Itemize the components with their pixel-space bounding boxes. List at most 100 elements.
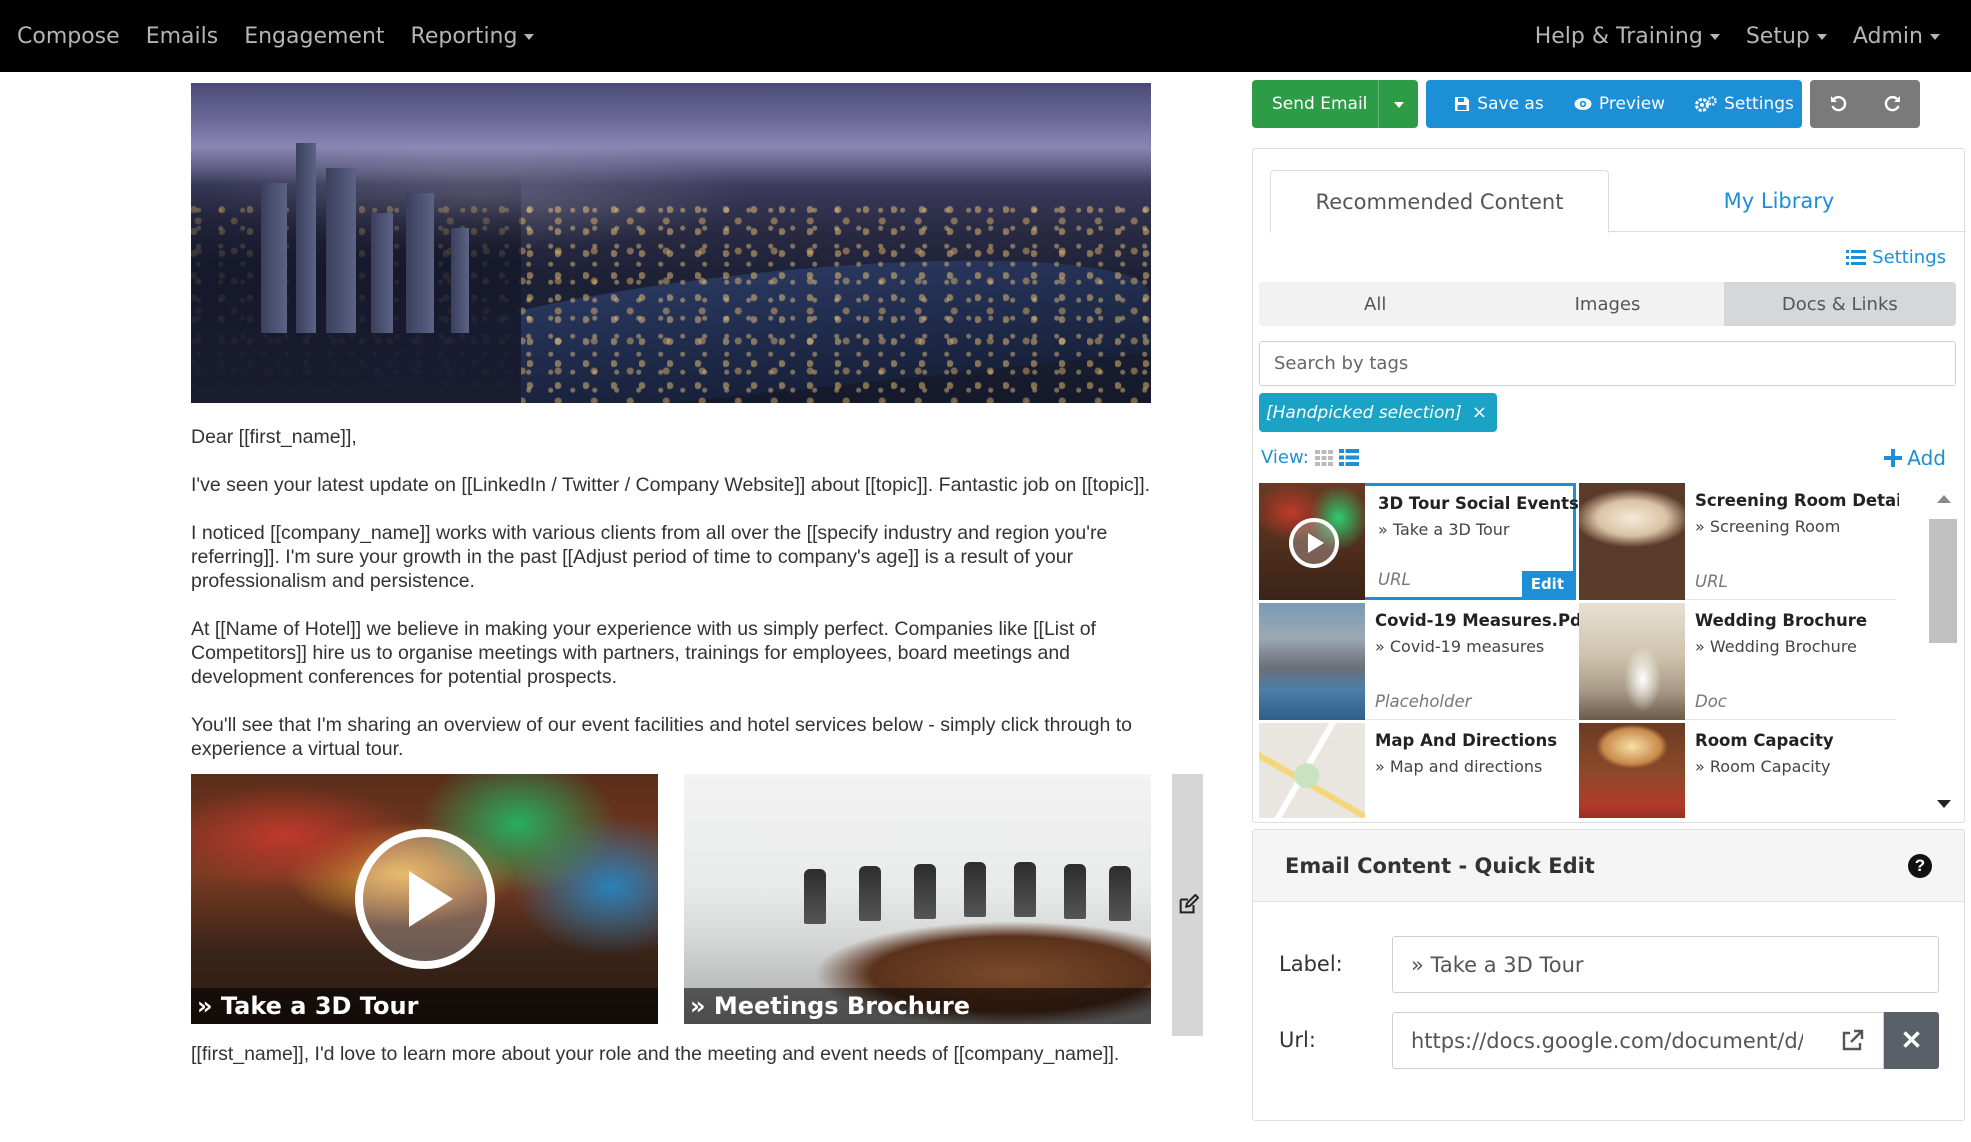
cta-meetings-brochure[interactable]: » Meetings Brochure: [684, 774, 1151, 1024]
item-title: Covid-19 Measures.Pdf: [1375, 611, 1590, 630]
filter-docs-links[interactable]: Docs & Links: [1723, 282, 1956, 326]
email-paragraph: I've seen your latest update on [[Linked…: [191, 474, 1151, 496]
redo-icon: [1884, 95, 1900, 112]
tab-recommended-content[interactable]: Recommended Content: [1270, 170, 1609, 233]
preview-label: Preview: [1598, 94, 1666, 114]
chevron-down-icon: [1393, 102, 1404, 108]
nav-setup-label: Setup: [1745, 23, 1810, 49]
content-item-screening-room[interactable]: Screening Room Details » Screening Room …: [1579, 483, 1899, 600]
content-scrollbar[interactable]: [1927, 483, 1959, 818]
url-input[interactable]: [1392, 1012, 1822, 1069]
send-dropdown-button[interactable]: [1378, 80, 1418, 128]
nav-emails[interactable]: Emails: [133, 0, 232, 72]
nav-reporting[interactable]: Reporting: [398, 0, 548, 72]
email-paragraph: You'll see that I'm sharing an overview …: [191, 714, 1133, 760]
item-subtitle: » Screening Room: [1695, 517, 1841, 536]
content-item-3d-tour[interactable]: 3D Tour Social Events » Take a 3D Tour U…: [1259, 483, 1579, 600]
scroll-thumb[interactable]: [1929, 519, 1957, 643]
nav-compose[interactable]: Compose: [4, 0, 133, 72]
tag-search-input[interactable]: [1259, 341, 1956, 386]
hero-tower: [326, 168, 356, 333]
close-icon[interactable]: ×: [1472, 402, 1487, 423]
email-paragraph: I noticed [[company_name]] works with va…: [191, 522, 1108, 592]
scroll-up-icon[interactable]: [1937, 495, 1951, 503]
nav-right: Help & Training Setup Admin: [1522, 0, 1971, 72]
hero-skyline-shade: [191, 173, 521, 403]
cta-3d-tour[interactable]: » Take a 3D Tour: [191, 774, 658, 1024]
edit-icon: [1179, 894, 1199, 914]
quick-edit-panel: Email Content - Quick Edit ? Label: Url:…: [1252, 829, 1965, 1121]
filter-tabs: All Images Docs & Links: [1259, 282, 1956, 326]
settings-label: Settings: [1724, 94, 1794, 114]
chair-shape: [1064, 864, 1086, 919]
scroll-down-icon[interactable]: [1937, 800, 1951, 808]
cta-caption: » Meetings Brochure: [684, 988, 1151, 1024]
label-input[interactable]: [1392, 936, 1939, 993]
add-content-link[interactable]: Add: [1884, 446, 1946, 470]
thumb-room-capacity: [1579, 723, 1685, 818]
hero-tower: [406, 193, 434, 333]
send-email-button[interactable]: Send Email: [1252, 94, 1378, 114]
top-navbar: Compose Emails Engagement Reporting Help…: [0, 0, 1971, 72]
hero-tower: [296, 143, 316, 333]
edit-block-strip[interactable]: [1172, 774, 1203, 1036]
edit-actions-group: Save as Preview Settings: [1426, 80, 1802, 128]
item-type: Placeholder: [1375, 692, 1472, 711]
nav-admin[interactable]: Admin: [1840, 0, 1953, 72]
view-label: View:: [1261, 447, 1309, 468]
item-title: Wedding Brochure: [1695, 611, 1868, 630]
email-closing-paragraph: [[first_name]], I'd love to learn more a…: [191, 1043, 1120, 1065]
content-item-wedding-brochure[interactable]: Wedding Brochure » Wedding Brochure Doc: [1579, 603, 1896, 720]
open-url-button[interactable]: [1821, 1012, 1884, 1069]
nav-reporting-label: Reporting: [410, 23, 518, 49]
filter-all[interactable]: All: [1259, 282, 1491, 326]
nav-engagement[interactable]: Engagement: [231, 0, 397, 72]
save-as-button[interactable]: Save as: [1426, 94, 1552, 114]
chair-shape: [804, 869, 826, 924]
nav-setup[interactable]: Setup: [1733, 0, 1840, 72]
chair-shape: [1109, 866, 1131, 921]
list-view-icon[interactable]: [1338, 449, 1359, 466]
library-settings-link[interactable]: Settings: [1846, 247, 1946, 268]
edit-item-button[interactable]: Edit: [1521, 571, 1573, 597]
item-subtitle: » Room Capacity: [1695, 757, 1831, 776]
thumb-covid-measures: [1259, 603, 1365, 720]
add-label: Add: [1907, 446, 1946, 470]
undo-button[interactable]: [1810, 80, 1865, 128]
item-subtitle: » Covid-19 measures: [1375, 637, 1545, 656]
view-toggle: View:: [1261, 447, 1359, 468]
preview-button[interactable]: Preview: [1552, 94, 1677, 114]
tag-chip-label: [Handpicked selection]: [1266, 402, 1462, 423]
hero-image-london-skyline: [191, 83, 1151, 403]
filter-images[interactable]: Images: [1491, 282, 1723, 326]
email-closing: [[first_name]], I'd love to learn more a…: [191, 1042, 1151, 1066]
chair-shape: [914, 864, 936, 919]
content-item-map-directions[interactable]: Map And Directions » Map and directions: [1259, 723, 1576, 818]
nav-help-training[interactable]: Help & Training: [1522, 0, 1733, 72]
thumb-screening-room: [1579, 483, 1685, 600]
help-icon[interactable]: ?: [1908, 853, 1932, 878]
nav-engagement-label: Engagement: [244, 23, 385, 49]
list-icon: [1846, 250, 1867, 265]
item-title: Map And Directions: [1375, 731, 1558, 750]
send-email-group: Send Email: [1252, 80, 1418, 128]
nav-emails-label: Emails: [145, 23, 219, 49]
item-subtitle: » Map and directions: [1375, 757, 1543, 776]
action-toolbar: Send Email Save as Preview Settings: [1252, 80, 1920, 128]
tab-my-library[interactable]: My Library: [1610, 170, 1948, 232]
clear-url-button[interactable]: ✕: [1884, 1012, 1939, 1069]
chair-shape: [859, 866, 881, 921]
eye-icon: [1574, 98, 1592, 110]
content-item-covid-measures[interactable]: Covid-19 Measures.Pdf » Covid-19 measure…: [1259, 603, 1589, 720]
email-preview: Dear [[first_name]], I've seen your late…: [191, 83, 1203, 1090]
item-title: Room Capacity: [1695, 731, 1834, 750]
settings-button[interactable]: Settings: [1677, 94, 1802, 114]
email-body: Dear [[first_name]], I've seen your late…: [191, 425, 1151, 761]
gears-icon: [1695, 96, 1717, 112]
content-item-room-capacity[interactable]: Room Capacity » Room Capacity: [1579, 723, 1896, 818]
thumb-wedding-brochure: [1579, 603, 1685, 720]
redo-button[interactable]: [1865, 80, 1920, 128]
grid-view-icon[interactable]: [1314, 449, 1333, 466]
external-link-icon: [1842, 1029, 1864, 1050]
chevron-down-icon: [524, 34, 535, 40]
